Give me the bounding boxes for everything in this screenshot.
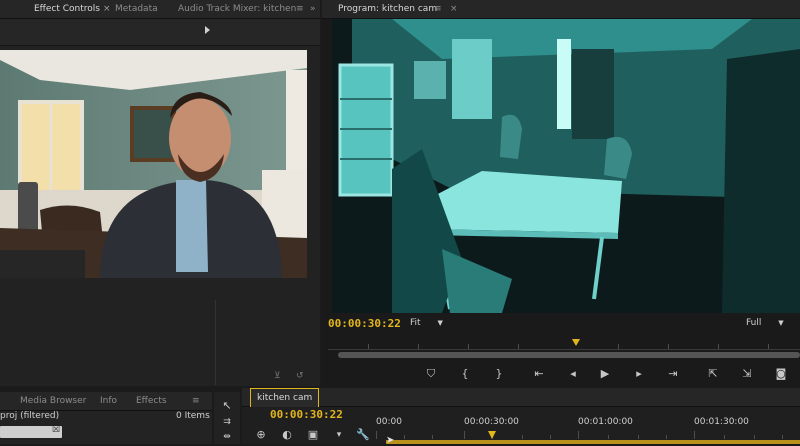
effect-controls-header (0, 19, 320, 46)
expand-arrow-icon[interactable] (205, 26, 210, 34)
snap-icon[interactable]: ⊕ (252, 427, 270, 443)
ripple-edit-tool-icon[interactable]: ⇹ (218, 429, 236, 445)
timeline-panel: 00:00:30:22 ⊕ ◐ ▣ ▾ 🔧 00:00 00:00:30:00 … (242, 407, 800, 446)
program-video-frame (332, 19, 800, 313)
ruler-label: 00:00 (376, 417, 402, 427)
go-to-in-icon[interactable]: ⇤ (530, 366, 548, 382)
tab-effects[interactable]: Effects (136, 392, 167, 410)
timeline-tab-label: kitchen cam (257, 393, 313, 403)
step-forward-icon[interactable]: ▸ (630, 366, 648, 382)
left-panel-tabbar: Effect Controls × Metadata Audio Track Mi… (0, 0, 320, 19)
mouse-cursor-icon: ➤ (386, 435, 395, 446)
close-icon[interactable]: × (103, 4, 111, 14)
camera-icon[interactable]: ◙ (772, 366, 790, 382)
tab-effect-controls-label: Effect Controls (34, 4, 100, 14)
chevron-down-icon: ▼ (778, 319, 784, 327)
clear-search-icon[interactable]: ☒ (52, 425, 60, 435)
mark-out-icon[interactable]: } (490, 366, 508, 382)
project-item-count: 0 Items (176, 411, 210, 421)
work-area-bar[interactable] (386, 440, 800, 444)
effect-controls-body: ⊻ ↺ (0, 46, 320, 386)
project-search-input[interactable]: ☒ (0, 425, 62, 438)
play-icon[interactable]: ▶ (596, 366, 614, 382)
tab-audio-mixer-label: Audio Track Mixer: kitchen (178, 4, 297, 14)
timeline-playhead-icon[interactable] (488, 431, 496, 439)
lift-icon[interactable]: ⇱ (704, 366, 722, 382)
chevron-down-icon: ▼ (437, 319, 443, 327)
extract-icon[interactable]: ⇲ (738, 366, 756, 382)
ruler-label: 00:00:30:00 (464, 417, 519, 427)
program-tab-label: Program: kitchen cam (338, 4, 438, 14)
project-filter-label: proj (filtered) (0, 411, 60, 421)
panel-overflow-icon[interactable]: » (310, 0, 316, 18)
linked-selection-icon[interactable]: ◐ (278, 427, 296, 443)
project-panel-tabbar: Media Browser Info Effects ≡ (0, 392, 212, 411)
step-back-icon[interactable]: ◂ (564, 366, 582, 382)
ruler-label: 00:01:00:00 (578, 417, 633, 427)
tools-panel: ↖ ⇉ ⇹ (214, 392, 240, 444)
tab-audio-track-mixer[interactable]: Audio Track Mixer: kitchen (178, 0, 296, 18)
reset-icon[interactable]: ↺ (296, 371, 304, 381)
tab-info[interactable]: Info (100, 392, 117, 410)
tab-metadata-label: Metadata (115, 4, 158, 14)
marker-icon[interactable]: ▾ (330, 427, 348, 443)
resolution-value: Full (746, 318, 762, 328)
program-ruler[interactable] (328, 339, 800, 350)
program-monitor-tabbar: Program: kitchen cam ≡ × (322, 0, 800, 19)
filter-icon[interactable]: ⊻ (274, 371, 281, 381)
tab-program-monitor[interactable]: Program: kitchen cam (338, 0, 437, 18)
project-panel: proj (filtered) 0 Items ☒ (0, 411, 212, 444)
timeline-ruler[interactable]: 00:00 00:00:30:00 00:01:00:00 00:01:30:0… (376, 415, 800, 446)
tab-effect-controls[interactable]: Effect Controls × (34, 0, 111, 18)
panel-menu-icon[interactable]: ≡ (434, 0, 442, 18)
zoom-level-select[interactable]: Fit ▼ (410, 318, 443, 328)
wrench-icon[interactable]: 🔧 (354, 427, 372, 443)
tab-info-label: Info (100, 396, 118, 406)
add-marker-icon[interactable]: ▣ (304, 427, 322, 443)
timeline-tabbar: kitchen cam (242, 388, 800, 407)
go-to-out-icon[interactable]: ⇥ (664, 366, 682, 382)
selection-tool-icon[interactable]: ↖ (218, 398, 236, 414)
playhead-marker-icon[interactable] (572, 339, 580, 346)
timeline-timecode[interactable]: 00:00:30:22 (270, 408, 343, 421)
tab-media-browser[interactable]: Media Browser (20, 392, 86, 410)
panel-menu-icon[interactable]: ≡ (296, 0, 304, 18)
zoom-level-value: Fit (410, 318, 421, 328)
webcam-video-frame (0, 50, 307, 278)
tab-metadata[interactable]: Metadata (115, 0, 158, 18)
track-select-tool-icon[interactable]: ⇉ (218, 414, 236, 430)
mark-in-icon[interactable]: { (456, 366, 474, 382)
tab-timeline-sequence[interactable]: kitchen cam (250, 388, 320, 407)
panel-divider (215, 300, 216, 385)
marker-icon[interactable]: ⛉ (422, 366, 440, 382)
ruler-label: 00:01:30:00 (694, 417, 749, 427)
resolution-select[interactable]: Full ▼ (746, 318, 784, 328)
program-monitor: 00:00:30:22 Fit ▼ Full ▼ ⛉ { } ⇤ ◂ ▶ ▸ ⇥… (322, 19, 800, 387)
panel-menu-icon[interactable]: ≡ (192, 392, 200, 410)
close-icon[interactable]: × (450, 0, 458, 18)
program-zoom-scrollbar[interactable] (338, 352, 800, 358)
tab-media-browser-label: Media Browser (20, 396, 87, 406)
tab-effects-label: Effects (136, 396, 167, 406)
program-timecode[interactable]: 00:00:30:22 (328, 317, 401, 330)
